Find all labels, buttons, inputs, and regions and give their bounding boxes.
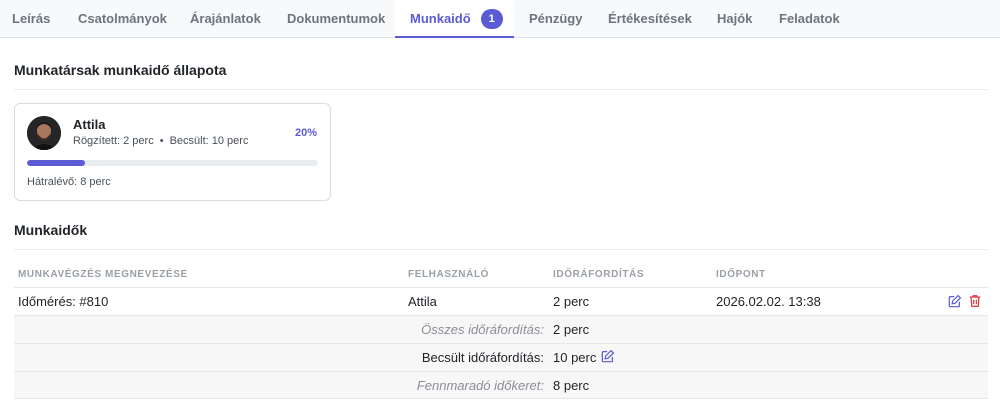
column-header-duration: Időráfordítás <box>553 269 645 280</box>
tab-ertekesitesek[interactable]: Értékesítések <box>608 0 692 38</box>
employee-time-summary: Rögzített: 2 perc • Becsült: 10 perc <box>73 135 248 147</box>
tab-arajanlatok[interactable]: Árajánlatok <box>190 0 261 38</box>
remaining-budget-label: Fennmaradó időkeret: <box>416 378 544 393</box>
progress-bar <box>27 160 318 166</box>
tab-feladatok[interactable]: Feladatok <box>779 0 840 38</box>
total-duration-label: Összes időráfordítás: <box>421 322 544 337</box>
summary-row-total: Összes időráfordítás: 2 perc <box>14 315 988 343</box>
worktimes-section-title: Munkaidők <box>14 222 88 238</box>
row-user: Attila <box>408 294 437 309</box>
tab-count-badge: 1 <box>480 8 503 29</box>
edit-icon[interactable] <box>948 294 962 308</box>
tab-label: Árajánlatok <box>190 11 261 26</box>
table-row: Időmérés: #810 Attila 2 perc 2026.02.02.… <box>14 287 988 315</box>
tab-penzugy[interactable]: Pénzügy <box>529 0 582 38</box>
employee-status-card: Attila Rögzített: 2 perc • Becsült: 10 per… <box>14 103 331 201</box>
progress-fill <box>27 160 86 166</box>
column-header-time: Időpont <box>716 269 766 280</box>
trash-icon[interactable] <box>968 294 982 308</box>
row-name: Időmérés: #810 <box>18 294 109 309</box>
estimated-duration-label: Becsült időráfordítás: <box>421 350 544 365</box>
tab-csatolmanyok[interactable]: Csatolmányok <box>78 0 167 38</box>
avatar <box>27 116 61 150</box>
recorded-time: Rögzített: 2 perc <box>73 135 154 147</box>
tab-munkaido[interactable]: Munkaidő 1 <box>395 0 514 38</box>
employee-name: Attila <box>73 117 106 132</box>
tab-leiras[interactable]: Leírás <box>12 0 50 38</box>
column-header-name: Munkavégzés megnevezése <box>18 269 188 280</box>
total-duration-value: 2 perc <box>553 322 590 337</box>
summary-row-estimated: Becsült időráfordítás: 10 perc <box>14 343 988 371</box>
divider <box>14 249 988 250</box>
row-time: 2026.02.02. 13:38 <box>716 294 821 309</box>
remaining-time: Hátralévő: 8 perc <box>27 176 111 188</box>
tab-label: Pénzügy <box>529 11 583 26</box>
divider <box>14 89 988 90</box>
estimated-duration-value: 10 perc <box>553 350 597 365</box>
edit-estimate-icon[interactable] <box>601 349 615 363</box>
status-section-title: Munkatársak munkaidő állapota <box>14 62 227 78</box>
tab-label: Értékesítések <box>608 11 692 26</box>
remaining-budget-value: 8 perc <box>553 378 590 393</box>
tab-label: Csatolmányok <box>78 11 167 26</box>
tab-bar: Leírás Csatolmányok Árajánlatok Dokument… <box>0 0 1000 38</box>
tab-label: Feladatok <box>779 11 840 26</box>
tab-label: Leírás <box>12 11 51 26</box>
row-duration: 2 perc <box>553 294 590 309</box>
tab-label: Hajók <box>717 11 753 26</box>
tab-label: Munkaidő <box>410 11 471 26</box>
progress-percent: 20% <box>294 127 317 139</box>
column-header-user: Felhasználó <box>408 269 490 280</box>
summary-row-remaining: Fennmaradó időkeret: 8 perc <box>14 371 988 399</box>
separator-dot: • <box>159 135 164 147</box>
tab-hajok[interactable]: Hajók <box>717 0 752 38</box>
tab-dokumentumok[interactable]: Dokumentumok <box>287 0 385 38</box>
estimated-time: Becsült: 10 perc <box>169 135 249 147</box>
tab-label: Dokumentumok <box>287 11 386 26</box>
